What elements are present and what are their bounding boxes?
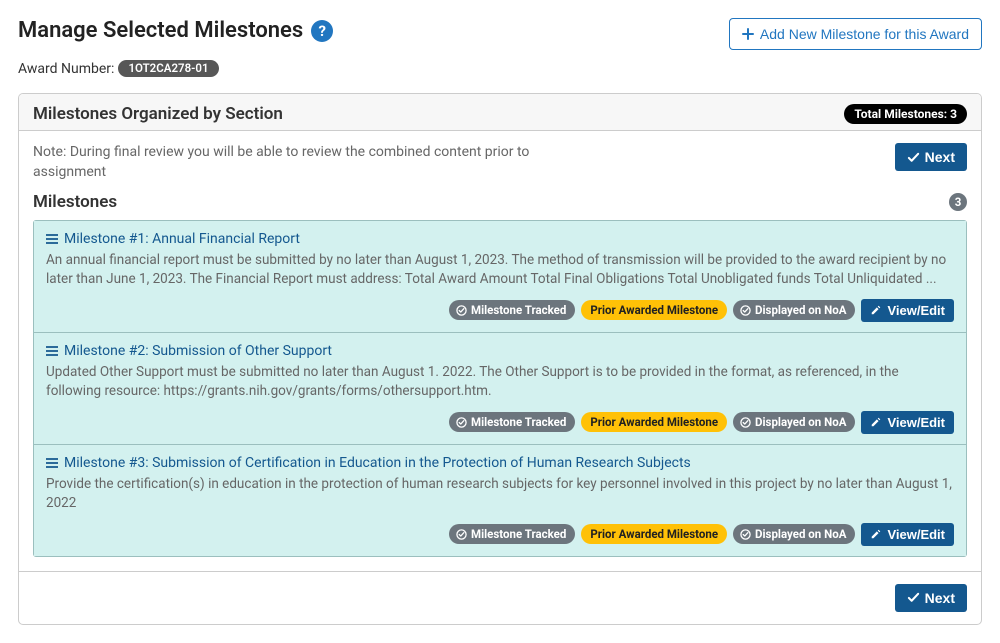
prior-awarded-badge: Prior Awarded Milestone xyxy=(581,524,727,544)
drag-handle-icon[interactable] xyxy=(46,458,58,468)
milestone-tracked-badge: Milestone Tracked xyxy=(449,300,575,320)
plus-icon xyxy=(742,28,754,40)
section-title: Milestones xyxy=(33,192,117,212)
edit-icon xyxy=(870,304,882,316)
displayed-noa-badge: Displayed on NoA xyxy=(733,524,855,544)
milestone-title: Milestone #3: Submission of Certificatio… xyxy=(64,455,691,471)
milestones-panel: Milestones Organized by Section Total Mi… xyxy=(18,93,982,625)
next-button-top[interactable]: Next xyxy=(895,143,967,171)
milestone-list: Milestone #1: Annual Financial Report An… xyxy=(33,220,967,556)
award-number-value: 1OT2CA278-01 xyxy=(118,60,218,77)
help-icon[interactable]: ? xyxy=(311,20,333,42)
edit-icon xyxy=(870,528,882,540)
milestone-description: Updated Other Support must be submitted … xyxy=(46,363,954,401)
view-edit-button[interactable]: View/Edit xyxy=(861,299,954,322)
milestone-item: Milestone #2: Submission of Other Suppor… xyxy=(34,333,966,445)
milestone-tracked-badge: Milestone Tracked xyxy=(449,412,575,432)
drag-handle-icon[interactable] xyxy=(46,346,58,356)
milestone-item: Milestone #1: Annual Financial Report An… xyxy=(34,221,966,333)
award-number-row: Award Number: 1OT2CA278-01 xyxy=(18,60,982,77)
milestone-count-badge: 3 xyxy=(949,193,967,211)
milestone-tracked-badge: Milestone Tracked xyxy=(449,524,575,544)
check-icon xyxy=(907,151,920,164)
add-milestone-button[interactable]: Add New Milestone for this Award xyxy=(729,18,982,50)
panel-title: Milestones Organized by Section xyxy=(33,104,283,124)
milestone-item: Milestone #3: Submission of Certificatio… xyxy=(34,445,966,556)
check-circle-icon xyxy=(740,417,751,428)
milestone-title: Milestone #2: Submission of Other Suppor… xyxy=(64,343,332,359)
milestone-description: An annual financial report must be submi… xyxy=(46,251,954,289)
next-button-bottom[interactable]: Next xyxy=(895,584,967,612)
milestone-description: Provide the certification(s) in educatio… xyxy=(46,475,954,513)
drag-handle-icon[interactable] xyxy=(46,234,58,244)
edit-icon xyxy=(870,416,882,428)
displayed-noa-badge: Displayed on NoA xyxy=(733,412,855,432)
review-note: Note: During final review you will be ab… xyxy=(33,143,533,182)
view-edit-button[interactable]: View/Edit xyxy=(861,411,954,434)
displayed-noa-badge: Displayed on NoA xyxy=(733,300,855,320)
check-icon xyxy=(907,591,920,604)
check-circle-icon xyxy=(456,529,467,540)
check-circle-icon xyxy=(740,529,751,540)
prior-awarded-badge: Prior Awarded Milestone xyxy=(581,300,727,320)
page-title: Manage Selected Milestones ? xyxy=(18,18,333,43)
milestone-title: Milestone #1: Annual Financial Report xyxy=(64,231,300,247)
total-milestones-badge: Total Milestones: 3 xyxy=(844,104,967,124)
award-number-label: Award Number: xyxy=(18,61,114,77)
check-circle-icon xyxy=(740,305,751,316)
prior-awarded-badge: Prior Awarded Milestone xyxy=(581,412,727,432)
check-circle-icon xyxy=(456,417,467,428)
check-circle-icon xyxy=(456,305,467,316)
view-edit-button[interactable]: View/Edit xyxy=(861,523,954,546)
